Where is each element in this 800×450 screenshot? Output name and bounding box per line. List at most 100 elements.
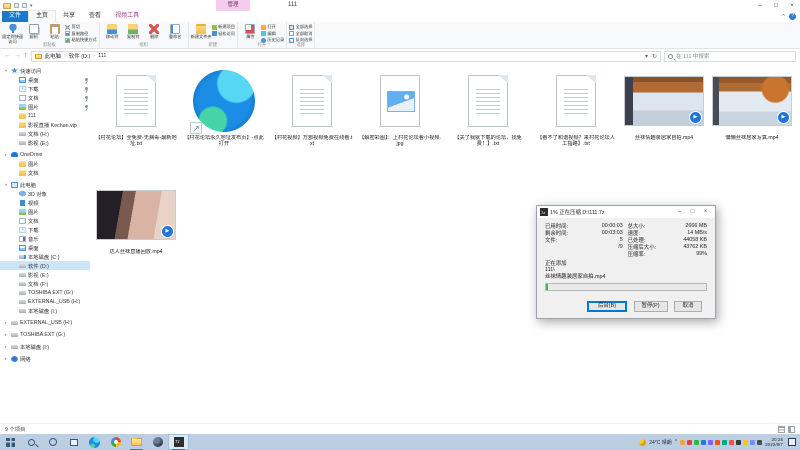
taskbar-app-button[interactable] [42, 434, 63, 450]
expand-arrow-icon[interactable]: ▾ [3, 68, 9, 74]
tray-app-icon[interactable] [736, 440, 741, 445]
sidebar-item[interactable]: 111 [0, 111, 90, 120]
sidebar-item[interactable]: 图片 [0, 102, 90, 111]
dialog-maximize-button[interactable]: □ [686, 206, 699, 218]
ribbon-button[interactable]: 重命名 [165, 23, 186, 40]
sidebar-item[interactable]: ▸ OneDrive [0, 150, 90, 159]
address-dropdown-icon[interactable]: ▾ [645, 53, 648, 60]
tray-app-icon[interactable] [715, 440, 720, 445]
expand-arrow-icon[interactable]: ▸ [3, 344, 9, 350]
ribbon-tab[interactable]: 共享 [56, 11, 82, 22]
tray-app-icon[interactable] [757, 440, 762, 445]
breadcrumb-item[interactable]: 此电脑 [45, 52, 62, 60]
file-item[interactable]: 【看不了和谐视频？来村花论坛人工指路】.txt [533, 67, 619, 181]
qat-button-icon[interactable] [14, 3, 19, 8]
sidebar-item[interactable]: 影视 (E:) [0, 270, 90, 279]
ribbon-tab[interactable]: 查看 [82, 11, 108, 22]
file-item[interactable]: 慵懒丝袜居家写真.mp4 [709, 67, 795, 181]
help-icon[interactable]: ? [789, 13, 796, 20]
expand-arrow-icon[interactable]: ▸ [3, 320, 9, 326]
file-item[interactable]: 【村花论坛】全免费-无病毒-最新地址.txt [93, 67, 179, 181]
taskbar-clock[interactable]: 20:25 2022/8/7 [765, 437, 783, 448]
sidebar-item[interactable]: 本地磁盘 (I:) [0, 306, 90, 315]
weather-moon-icon[interactable] [639, 439, 646, 446]
sidebar-item[interactable]: 影视直播 Kechan.vip [0, 120, 90, 129]
background-button[interactable]: 后台(B) [587, 301, 627, 312]
sidebar-item[interactable]: 音乐 [0, 234, 90, 243]
ribbon-small-button[interactable]: 轻松访问 [212, 31, 235, 38]
expand-arrow-icon[interactable]: ▸ [3, 152, 9, 158]
sidebar-item[interactable]: ▾ 快速访问 [0, 66, 90, 75]
tray-app-icon[interactable] [722, 440, 727, 445]
sidebar-item[interactable]: 本地磁盘 (C:) [0, 252, 90, 261]
breadcrumb[interactable]: 此电脑 › 软件 (D:) › 111 ▾ ↻ [31, 51, 662, 62]
sidebar-item[interactable]: 桌面 [0, 75, 90, 84]
cancel-button[interactable]: 取消 [674, 301, 702, 312]
tray-app-icon[interactable] [729, 440, 734, 445]
expand-arrow-icon[interactable]: ▸ [3, 356, 9, 362]
sidebar-item[interactable]: ▸ 网络 [0, 354, 90, 363]
tray-app-icon[interactable] [687, 440, 692, 445]
sidebar-item[interactable]: 软件 (D:) [0, 261, 90, 270]
compress-dialog[interactable]: 1% 正在压缩 D:\111.7z – □ × 已用时间: 00:00:03 剩… [536, 205, 716, 319]
hidden-icons-chevron[interactable]: ^ [675, 439, 677, 445]
taskbar-app-button[interactable] [105, 434, 126, 450]
breadcrumb-item[interactable]: 111 [98, 53, 106, 59]
taskbar-app-button[interactable] [0, 434, 21, 450]
dialog-close-button[interactable]: × [699, 206, 712, 218]
dialog-title-bar[interactable]: 1% 正在压缩 D:\111.7z – □ × [537, 206, 715, 218]
file-item[interactable]: 【关了我就下载的论坛，找免费！】.txt [445, 67, 531, 181]
ribbon-button[interactable]: 属性 [240, 23, 261, 40]
refresh-icon[interactable]: ↻ [652, 53, 657, 60]
taskbar-app-button[interactable] [63, 434, 84, 450]
taskbar-app-button[interactable] [126, 434, 147, 450]
sidebar-item[interactable]: ▸ TOSHIBA EXT (G:) [0, 330, 90, 339]
ribbon-button[interactable]: 移动到 [102, 23, 123, 40]
sidebar-item[interactable]: TOSHIBA EXT (G:) [0, 288, 90, 297]
sidebar-item[interactable]: ▸ EXTERNAL_USB (H:) [0, 318, 90, 327]
tray-app-icon[interactable] [750, 440, 755, 445]
taskbar-app-button[interactable] [147, 434, 168, 450]
sidebar-item[interactable]: ▸ 本地磁盘 (I:) [0, 342, 90, 351]
up-button[interactable]: ↑ [24, 49, 28, 63]
title-bar[interactable]: ▾ 管理 111 – □ × [0, 0, 800, 11]
details-view-icon[interactable] [778, 426, 785, 433]
sidebar-item[interactable]: EXTERNAL_USB (H:) [0, 297, 90, 306]
sidebar-item[interactable]: 下载 [0, 84, 90, 93]
sidebar-item[interactable]: 图片 [0, 207, 90, 216]
taskbar-app-button[interactable] [84, 434, 105, 450]
taskbar-app-button[interactable] [168, 434, 189, 450]
qat-button-icon[interactable] [22, 3, 27, 8]
sidebar-item[interactable]: 3D 对象 [0, 189, 90, 198]
tray-app-icon[interactable] [701, 440, 706, 445]
tray-app-icon[interactable] [680, 440, 685, 445]
sidebar-item[interactable]: 下载 [0, 225, 90, 234]
ribbon-tab[interactable]: 视频工具 [108, 11, 146, 22]
maximize-button[interactable]: □ [768, 0, 784, 11]
file-item[interactable]: 【村花论坛永久地址发布页】-点此打开 [181, 67, 267, 181]
thumbnail-view-icon[interactable] [788, 426, 795, 433]
file-item[interactable]: 达人丝袜直播回放.mp4 [93, 181, 179, 295]
search-input[interactable]: 在 111 中搜索 [664, 51, 796, 62]
tray-app-icon[interactable] [743, 440, 748, 445]
sidebar-item[interactable]: 视频 [0, 198, 90, 207]
file-item[interactable]: 【解密彩图】：上村花论坛看小视频.jpg [357, 67, 443, 181]
weather-text[interactable]: 24°C 晴朗 [649, 439, 672, 446]
file-item[interactable]: 【村花视频】万部视频免费在线看.txt [269, 67, 355, 181]
back-button[interactable]: ← [4, 49, 11, 63]
qat-dropdown-icon[interactable]: ▾ [30, 3, 33, 9]
sidebar-item[interactable]: 影视 (E:) [0, 138, 90, 147]
forward-button[interactable]: → [14, 49, 21, 63]
ribbon-tab[interactable]: 主页 [28, 10, 56, 22]
sidebar-item[interactable]: 文档 [0, 93, 90, 102]
breadcrumb-item[interactable]: 软件 (D:) [69, 52, 91, 60]
ribbon-button[interactable]: 新建文件夹 [191, 23, 212, 40]
expand-arrow-icon[interactable]: ▸ [3, 332, 9, 338]
collapse-ribbon-icon[interactable]: ^ [782, 14, 785, 20]
sidebar-item[interactable]: ▾ 此电脑 [0, 180, 90, 189]
tray-app-icon[interactable] [708, 440, 713, 445]
sidebar-item[interactable]: 文档 (F:) [0, 279, 90, 288]
file-item[interactable]: 丝袜情趣装居家自拍.mp4 [621, 67, 707, 181]
dialog-minimize-button[interactable]: – [673, 206, 686, 218]
sidebar-item[interactable]: 桌面 [0, 243, 90, 252]
